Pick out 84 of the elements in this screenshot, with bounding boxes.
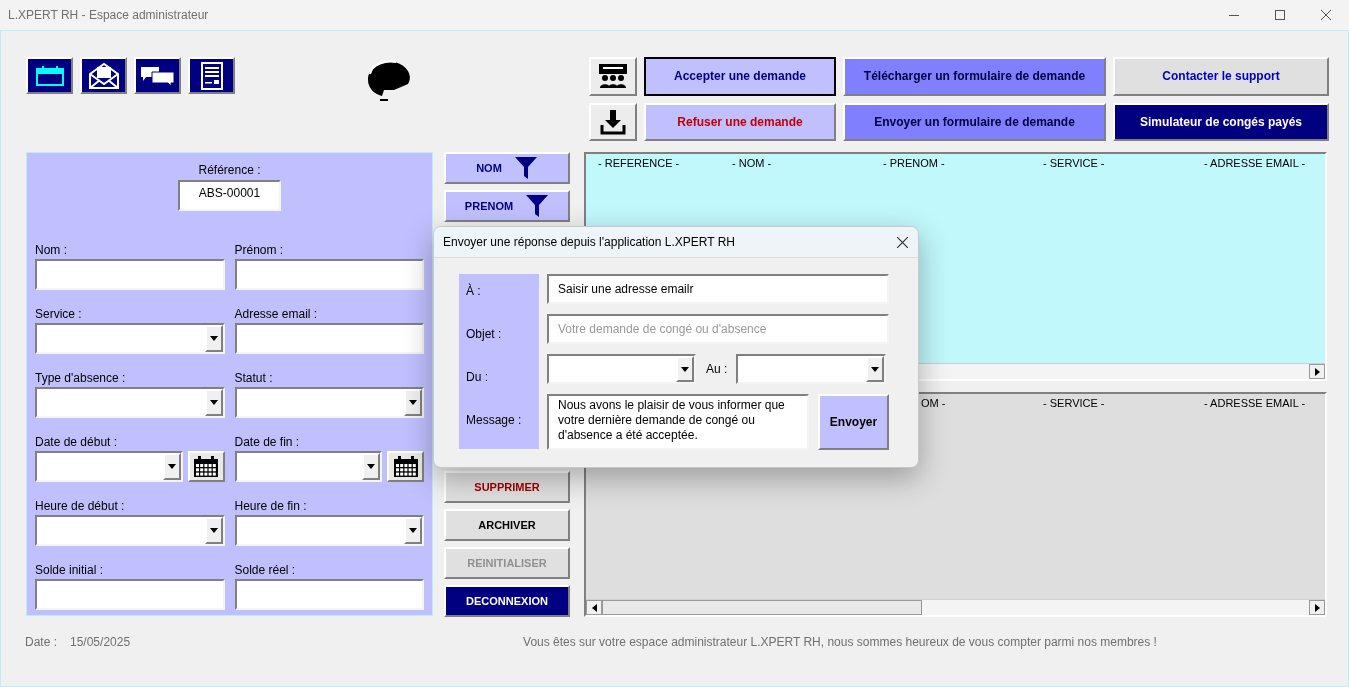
date-dropdown[interactable] [35, 451, 183, 482]
presentation-icon [598, 63, 628, 90]
field-label: Objet : [466, 326, 503, 343]
date-value: 15/05/2025 [70, 634, 131, 651]
field-label: Au : [706, 361, 728, 378]
calendar-button[interactable] [187, 451, 225, 482]
chat-icon [139, 64, 176, 87]
date-label: Date : [25, 634, 57, 651]
send-button[interactable]: Envoyer [818, 394, 889, 450]
column-header: - SERVICE - [1043, 156, 1105, 171]
text-field[interactable] [35, 259, 225, 290]
dropdown-field[interactable] [35, 323, 225, 354]
dropdown-field[interactable] [35, 515, 225, 546]
field-label: Adresse email : [234, 307, 319, 321]
recipient-field[interactable]: Saisir une adresse emailr [547, 274, 889, 304]
column-header: - PRENOM - [883, 156, 945, 171]
field-label: À : [466, 282, 482, 300]
action-button[interactable]: Refuser une demande [644, 102, 836, 141]
download-button[interactable] [589, 102, 637, 141]
field-label: Message : [466, 412, 523, 429]
field-label: Du : [466, 369, 489, 386]
field-label: Heure de début : [35, 499, 126, 513]
presentation-button[interactable] [589, 57, 637, 96]
text-field[interactable] [234, 579, 424, 610]
end-date-dropdown[interactable] [736, 354, 887, 384]
scroll-left-icon[interactable] [591, 603, 597, 612]
scroll-right-icon[interactable] [1314, 367, 1320, 376]
side-button[interactable]: SUPPRIMER [444, 471, 570, 504]
scroll-right-icon[interactable] [1314, 603, 1320, 612]
action-button[interactable]: Télécharger un formulaire de demande [843, 57, 1106, 96]
field-label: Date de début : [35, 435, 119, 449]
action-button[interactable]: Accepter une demande [644, 57, 836, 96]
field-label: Heure de fin : [234, 499, 308, 513]
envelope-icon [87, 61, 120, 90]
close-icon[interactable] [897, 236, 908, 248]
dropdown-field[interactable] [234, 387, 424, 418]
dropdown-field[interactable] [234, 515, 424, 546]
calendar-icon [392, 455, 419, 478]
calendar-button[interactable] [26, 57, 73, 94]
field-label: Nom : [35, 243, 68, 257]
action-button[interactable]: Contacter le support [1113, 57, 1329, 96]
field-label: Solde réel : [234, 563, 297, 577]
field-label: Solde initial : [35, 563, 105, 577]
mail-button[interactable] [80, 57, 127, 94]
action-button[interactable]: Simulateur de congés payés [1113, 102, 1329, 141]
column-header: OM - [921, 396, 946, 411]
filter-icon [513, 155, 538, 180]
date-dropdown[interactable] [234, 451, 382, 482]
column-header: - SERVICE - [1043, 396, 1105, 411]
scroll-thumb[interactable] [602, 600, 922, 615]
text-field[interactable] [234, 323, 424, 354]
field-label: Date de fin : [234, 435, 301, 449]
chat-button[interactable] [134, 57, 181, 94]
reference-field[interactable]: ABS-00001 [178, 180, 281, 211]
field-label: Service : [35, 307, 83, 321]
calendar-icon [34, 64, 65, 87]
message-field[interactable]: Nous avons le plaisir de vous informer que votre dernière demande de congé ou d'absence a été acceptée. [547, 394, 809, 450]
field-label: Prénom : [234, 243, 285, 257]
horizontal-scrollbar[interactable] [586, 599, 1325, 615]
action-button[interactable]: Envoyer un formulaire de demande [843, 102, 1106, 141]
side-button[interactable]: NOM [444, 152, 570, 184]
document-button[interactable] [188, 57, 235, 94]
side-button[interactable]: PRENOM [444, 189, 570, 222]
side-button[interactable]: DECONNEXION [444, 585, 570, 618]
dropdown-field[interactable] [35, 387, 225, 418]
column-header: - ADRESSE EMAIL - [1204, 156, 1306, 171]
text-field[interactable] [234, 259, 424, 290]
welcome-message: Vous êtes sur votre espace administrateur L.XPERT RH, nous sommes heureux de vous compter parmi nos membres ! [523, 634, 1157, 651]
start-date-dropdown[interactable] [547, 354, 696, 384]
side-button[interactable]: ARCHIVER [444, 509, 570, 542]
field-label: Statut : [234, 371, 274, 385]
field-label: Référence : [198, 162, 261, 179]
document-icon [200, 61, 223, 90]
subject-field[interactable]: Votre demande de congé ou d'absence [547, 314, 889, 344]
field-label: Type d'absence : [35, 371, 127, 385]
filter-icon [525, 193, 550, 218]
window-title: L.XPERT RH - Espace administrateur [8, 7, 209, 24]
text-field[interactable] [35, 579, 225, 610]
download-icon [600, 108, 626, 135]
calendar-icon [193, 455, 219, 478]
calendar-button[interactable] [387, 451, 424, 482]
column-header: - NOM - [732, 156, 772, 171]
column-header: - ADRESSE EMAIL - [1204, 396, 1306, 411]
column-header: - REFERENCE - [598, 156, 680, 171]
